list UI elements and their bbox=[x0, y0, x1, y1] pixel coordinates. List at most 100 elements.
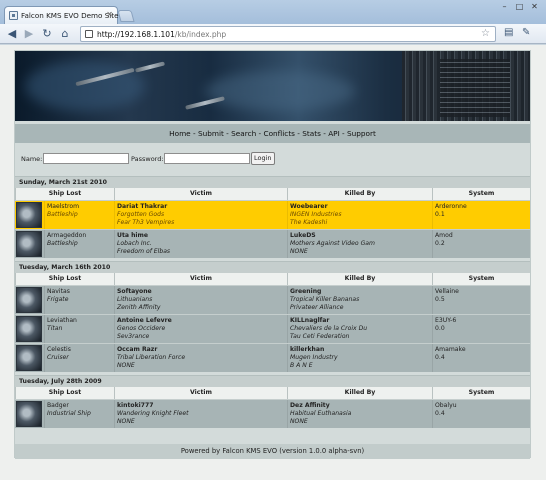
ship-name[interactable]: Armageddon bbox=[47, 232, 114, 240]
cell-killer: LukeDS Mothers Against Video Gam NONE bbox=[287, 230, 432, 258]
system-name[interactable]: Amod bbox=[435, 232, 530, 240]
kill-row[interactable]: Maelstrom Battleship Dariat Thakrar Forgott… bbox=[15, 200, 530, 229]
table-header: Ship Lost Victim Killed By System bbox=[15, 188, 530, 200]
login-button[interactable]: Login bbox=[251, 152, 275, 165]
kill-row[interactable]: Celestis Cruiser Occam Razr Tribal Liberati… bbox=[15, 343, 530, 372]
column-header-victim: Victim bbox=[114, 273, 287, 285]
column-header-victim: Victim bbox=[114, 387, 287, 399]
minimize-icon[interactable]: – bbox=[498, 2, 511, 12]
reload-icon[interactable]: ↻ bbox=[40, 27, 54, 41]
nav-home[interactable]: Home bbox=[169, 129, 191, 138]
killer-name[interactable]: Dez Affinity bbox=[290, 402, 432, 410]
home-icon[interactable]: ⌂ bbox=[58, 27, 72, 41]
back-arrow-icon[interactable]: ◀ bbox=[5, 27, 19, 41]
day-header: Sunday, March 21st 2010 bbox=[15, 176, 530, 188]
system-name[interactable]: Vellaine bbox=[435, 288, 530, 296]
cell-ship: Maelstrom Battleship bbox=[44, 201, 114, 229]
nav-stats[interactable]: Stats bbox=[302, 129, 321, 138]
close-tab-icon[interactable]: ✕ bbox=[106, 10, 113, 19]
url-path: /kb/index.php bbox=[174, 30, 227, 39]
ship-name[interactable]: Navitas bbox=[47, 288, 114, 296]
kill-row[interactable]: Leviathan Titan Antoine Lefevre Genos Occid… bbox=[15, 314, 530, 343]
security-status: 0.1 bbox=[435, 211, 445, 218]
victim-alliance: Freedom of Elbas bbox=[117, 248, 171, 255]
victim-corp: Forgotten Gods bbox=[117, 211, 165, 218]
ship-icon[interactable] bbox=[16, 345, 42, 371]
ship-class: Battleship bbox=[47, 240, 78, 247]
address-bar[interactable]: http://192.168.1.101/kb/index.php ☆ bbox=[80, 26, 496, 42]
table-header: Ship Lost Victim Killed By System bbox=[15, 273, 530, 285]
cell-victim: Dariat Thakrar Forgotten Gods Fear Th3 Vem… bbox=[114, 201, 287, 229]
column-header-system: System bbox=[432, 273, 530, 285]
maximize-icon[interactable]: □ bbox=[513, 2, 526, 12]
security-status: 0.4 bbox=[435, 410, 445, 417]
close-window-icon[interactable]: ✕ bbox=[528, 2, 541, 12]
killer-corp: Tropical Killer Bananas bbox=[290, 296, 360, 303]
ship-icon[interactable] bbox=[16, 231, 42, 257]
cell-victim: Softayone Lithuanians Zenith Affinity bbox=[114, 286, 287, 314]
killer-alliance: Privateer Alliance bbox=[290, 304, 344, 311]
name-input[interactable] bbox=[43, 153, 129, 164]
ship-name[interactable]: Badger bbox=[47, 402, 114, 410]
new-tab-button[interactable] bbox=[117, 10, 135, 22]
killer-corp: Chevaliers de la Croix Du bbox=[290, 325, 368, 332]
cell-ship: Badger Industrial Ship bbox=[44, 400, 114, 428]
cell-killer: Greening Tropical Killer Bananas Privateer… bbox=[287, 286, 432, 314]
cell-system: Amamake 0.4 bbox=[432, 344, 530, 372]
victim-name[interactable]: Softayone bbox=[117, 288, 287, 296]
page-menu-icon[interactable]: ▤ bbox=[504, 27, 513, 38]
killer-name[interactable]: KILLnaglfar bbox=[290, 317, 432, 325]
ship-name[interactable]: Leviathan bbox=[47, 317, 114, 325]
nav-api[interactable]: API bbox=[328, 129, 340, 138]
column-header-system: System bbox=[432, 387, 530, 399]
victim-alliance: Sev3rance bbox=[117, 333, 150, 340]
killer-name[interactable]: killerkhan bbox=[290, 346, 432, 354]
nav-search[interactable]: Search bbox=[231, 129, 256, 138]
browser-toolbar: ◀ ▶ ↻ ⌂ http://192.168.1.101/kb/index.ph… bbox=[0, 24, 546, 44]
nav-submit[interactable]: Submit bbox=[198, 129, 224, 138]
victim-corp: Lithuanians bbox=[117, 296, 153, 303]
column-header-ship-lost: Ship Lost bbox=[15, 273, 114, 285]
victim-name[interactable]: Occam Razr bbox=[117, 346, 287, 354]
security-status: 0.0 bbox=[435, 325, 445, 332]
system-name[interactable]: Arderonne bbox=[435, 203, 530, 211]
column-header-ship-lost: Ship Lost bbox=[15, 387, 114, 399]
kill-row[interactable]: Badger Industrial Ship kintoki777 Wandering… bbox=[15, 399, 530, 428]
page-icon bbox=[85, 30, 93, 38]
kill-row[interactable]: Armageddon Battleship Uta hime Lobach Inc. F… bbox=[15, 229, 530, 258]
url-text[interactable]: http://192.168.1.101/kb/index.php bbox=[97, 30, 226, 39]
column-header-victim: Victim bbox=[114, 188, 287, 200]
ship-icon[interactable] bbox=[16, 287, 42, 313]
ship-icon[interactable] bbox=[16, 316, 42, 342]
system-name[interactable]: Amamake bbox=[435, 346, 530, 354]
killer-corp: INGEN Industries bbox=[290, 211, 342, 218]
ship-name[interactable]: Celestis bbox=[47, 346, 114, 354]
victim-corp: Tribal Liberation Force bbox=[117, 354, 186, 361]
system-name[interactable]: E3UY-6 bbox=[435, 317, 530, 325]
victim-name[interactable]: Antoine Lefevre bbox=[117, 317, 287, 325]
nav-conflicts[interactable]: Conflicts bbox=[264, 129, 295, 138]
kill-row[interactable]: Navitas Frigate Softayone Lithuanians Zenith… bbox=[15, 285, 530, 314]
forward-arrow-icon[interactable]: ▶ bbox=[22, 27, 36, 41]
cell-victim: Uta hime Lobach Inc. Freedom of Elbas bbox=[114, 230, 287, 258]
wrench-icon[interactable]: ✎ bbox=[522, 27, 530, 38]
browser-tab[interactable]: Falcon KMS EVO Demo Site ✕ bbox=[4, 6, 119, 24]
cell-system: Arderonne 0.1 bbox=[432, 201, 530, 229]
system-name[interactable]: Obalyu bbox=[435, 402, 530, 410]
ship-class: Titan bbox=[47, 325, 63, 332]
killer-name[interactable]: LukeDS bbox=[290, 232, 432, 240]
password-input[interactable] bbox=[164, 153, 250, 164]
ship-icon[interactable] bbox=[16, 401, 42, 427]
victim-name[interactable]: Uta hime bbox=[117, 232, 287, 240]
ship-name[interactable]: Maelstrom bbox=[47, 203, 114, 211]
day-header: Tuesday, March 16th 2010 bbox=[15, 261, 530, 273]
main-nav: Home - Submit - Search - Conflicts - Sta… bbox=[15, 124, 530, 143]
victim-name[interactable]: Dariat Thakrar bbox=[117, 203, 287, 211]
killer-name[interactable]: Woebearer bbox=[290, 203, 432, 211]
cell-victim: kintoki777 Wandering Knight Fleet NONE bbox=[114, 400, 287, 428]
killer-name[interactable]: Greening bbox=[290, 288, 432, 296]
nav-support[interactable]: Support bbox=[347, 129, 376, 138]
ship-icon[interactable] bbox=[16, 202, 42, 228]
victim-name[interactable]: kintoki777 bbox=[117, 402, 287, 410]
bookmark-star-icon[interactable]: ☆ bbox=[481, 28, 490, 39]
